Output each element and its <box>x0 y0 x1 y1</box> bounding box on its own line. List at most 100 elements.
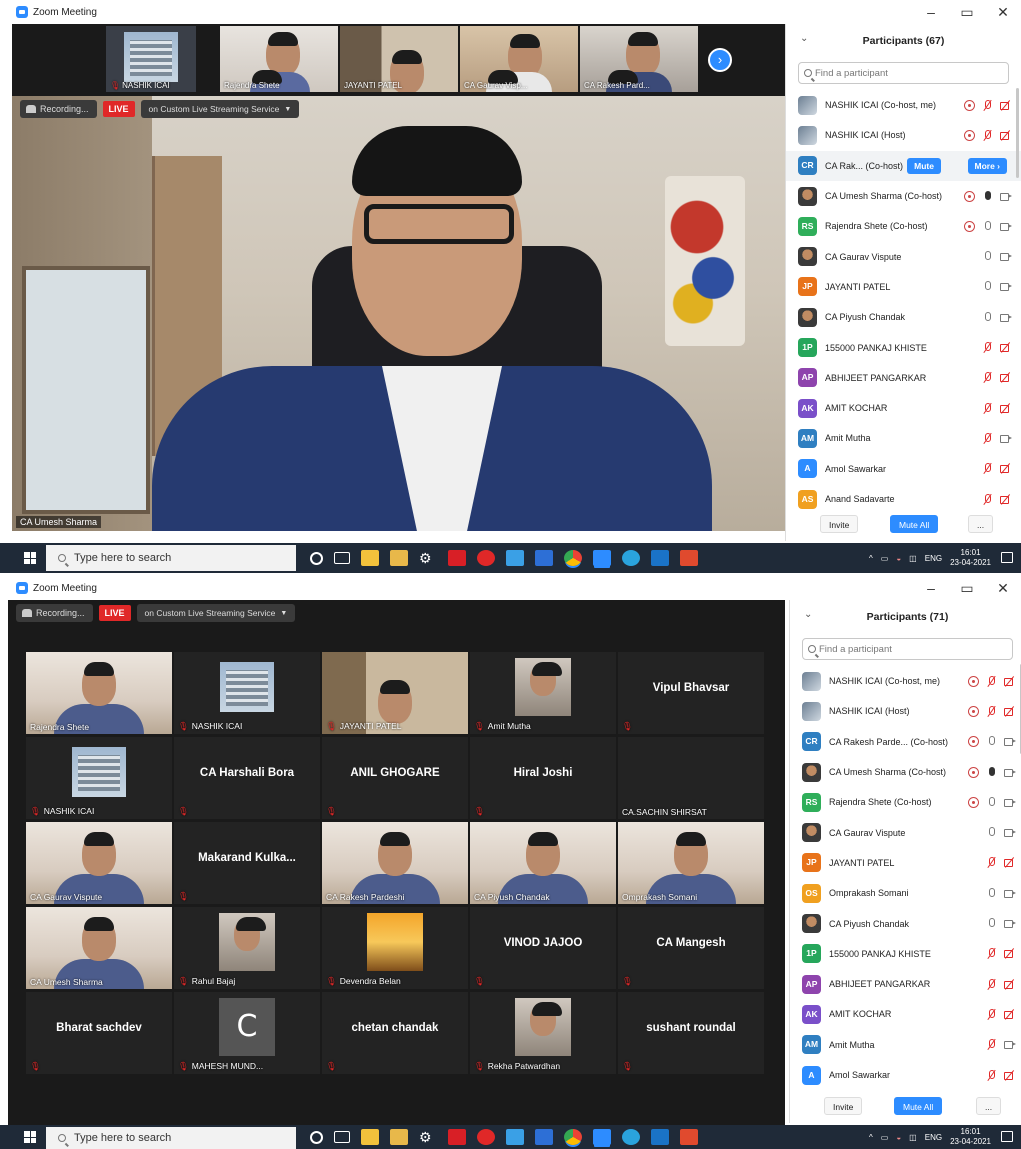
store-icon[interactable] <box>361 1129 379 1145</box>
gallery-tile[interactable]: VINOD JAJOO 🎙 <box>470 907 616 989</box>
participant-row[interactable]: A Amol Sawarkar <box>786 454 1021 484</box>
camera-icon[interactable] <box>1000 433 1012 444</box>
participant-row[interactable]: JP JAYANTI PATEL <box>786 272 1021 302</box>
camera-icon[interactable] <box>1004 797 1016 808</box>
mic-icon[interactable] <box>982 220 993 232</box>
mic-muted-icon[interactable] <box>986 1039 997 1050</box>
taskbar-search-input[interactable]: Type here to search <box>46 1127 296 1149</box>
participant-row[interactable]: A Amol Sawarkar <box>790 1060 1021 1090</box>
mic-muted-icon[interactable] <box>986 675 997 687</box>
zoom-app-icon[interactable] <box>593 550 611 566</box>
task-view-icon[interactable] <box>334 552 350 564</box>
camera-icon[interactable] <box>1000 312 1012 323</box>
participant-row[interactable]: OS Omprakash Somani <box>790 878 1021 908</box>
outlook-icon[interactable] <box>651 550 669 566</box>
camera-icon[interactable] <box>1000 221 1012 232</box>
gallery-tile[interactable]: 🎙 Amit Mutha <box>470 652 616 734</box>
chevron-down-icon[interactable]: ⌄ <box>804 609 812 620</box>
thumbnail-tile[interactable]: CA Gaurav Visp... <box>460 26 578 92</box>
gallery-tile[interactable]: 🎙 Rahul Bajaj <box>174 907 320 989</box>
camera-off-icon[interactable] <box>1000 130 1011 141</box>
camera-icon[interactable] <box>1004 888 1016 899</box>
clock[interactable]: 16:01 23-04-2021 <box>950 1127 991 1147</box>
mute-participant-button[interactable]: Mute <box>907 157 941 174</box>
mute-all-button[interactable]: Mute All <box>894 1097 943 1115</box>
camera-off-icon[interactable] <box>1000 100 1011 111</box>
camera-icon[interactable] <box>1000 281 1012 292</box>
store-icon[interactable] <box>361 550 379 566</box>
scrollbar[interactable] <box>1016 88 1019 178</box>
gallery-tile[interactable]: sushant roundal 🎙 <box>618 992 764 1074</box>
mic-muted-icon[interactable] <box>986 1069 997 1081</box>
camera-icon[interactable] <box>1004 827 1016 838</box>
gallery-tile[interactable]: CA Gaurav Vispute <box>26 822 172 904</box>
screen-share-icon[interactable] <box>964 99 975 111</box>
mic-muted-icon[interactable] <box>986 1008 997 1020</box>
participant-row[interactable]: RS Rajendra Shete (Co-host) <box>790 787 1021 817</box>
maximize-button[interactable]: ▭ <box>949 576 985 600</box>
windows-start-icon[interactable] <box>24 552 36 564</box>
mic-icon[interactable] <box>986 796 997 808</box>
mic-muted-icon[interactable] <box>986 948 997 959</box>
volume-icon[interactable]: ◫ <box>909 1133 917 1142</box>
recording-indicator[interactable]: Recording... <box>20 100 97 118</box>
mic-active-icon[interactable] <box>986 766 997 778</box>
mic-muted-icon[interactable] <box>982 493 993 505</box>
close-button[interactable]: ✕ <box>985 576 1021 600</box>
invite-button[interactable]: Invite <box>820 515 859 533</box>
camera-icon[interactable] <box>1000 251 1012 262</box>
screen-share-icon[interactable] <box>964 220 975 232</box>
mic-icon[interactable] <box>986 918 997 929</box>
thumbnail-tile[interactable]: 🎙 NASHIK ICAI <box>106 26 196 92</box>
cortana-icon[interactable] <box>310 551 323 565</box>
minimize-button[interactable]: – <box>913 0 949 24</box>
language-indicator[interactable]: ENG <box>925 554 942 563</box>
gallery-tile[interactable]: Bharat sachdev 🎙 <box>26 992 172 1074</box>
file-explorer-icon[interactable] <box>390 550 408 566</box>
file-explorer-icon[interactable] <box>390 1129 408 1145</box>
mic-muted-icon[interactable] <box>982 342 993 353</box>
language-indicator[interactable]: ENG <box>925 1133 942 1142</box>
gallery-tile[interactable]: 🎙 NASHIK ICAI <box>174 652 320 734</box>
netflix-icon[interactable] <box>448 1129 466 1145</box>
task-view-icon[interactable] <box>334 1131 350 1143</box>
mic-muted-icon[interactable] <box>982 129 993 141</box>
camera-icon[interactable] <box>1004 736 1016 747</box>
pdf-app-icon[interactable] <box>680 1129 698 1145</box>
thumbnail-tile[interactable]: JAYANTI PATEL <box>340 26 458 92</box>
mute-all-button[interactable]: Mute All <box>890 515 939 533</box>
tray-chevron-up-icon[interactable]: ^ <box>869 1133 873 1142</box>
gallery-tile[interactable]: CA Piyush Chandak <box>470 822 616 904</box>
gallery-tile[interactable]: Makarand Kulka... 🎙 <box>174 822 320 904</box>
gallery-tile[interactable]: Rajendra Shete <box>26 652 172 734</box>
camera-icon[interactable] <box>1000 191 1012 202</box>
thumbnail-tile[interactable]: Rajendra Shete <box>220 26 338 92</box>
participant-row[interactable]: AM Amit Mutha <box>790 1030 1021 1060</box>
minimize-button[interactable]: – <box>913 576 949 600</box>
camera-icon[interactable] <box>1004 767 1016 778</box>
gallery-tile[interactable]: CA Umesh Sharma <box>26 907 172 989</box>
settings-gear-icon[interactable]: ⚙ <box>419 1129 437 1145</box>
gallery-tile[interactable]: CA.SACHIN SHIRSAT <box>618 737 764 819</box>
battery-icon[interactable]: ▭ <box>881 1133 889 1142</box>
chevron-down-icon[interactable]: ⌄ <box>800 33 808 44</box>
clock[interactable]: 16:01 23-04-2021 <box>950 548 991 568</box>
gallery-tile[interactable]: CA Mangesh 🎙 <box>618 907 764 989</box>
participant-row[interactable]: CA Gaurav Vispute <box>786 241 1021 271</box>
mic-icon[interactable] <box>982 251 993 262</box>
photos-icon[interactable] <box>506 550 524 566</box>
mic-muted-icon[interactable] <box>982 99 993 111</box>
pdf-app-icon[interactable] <box>680 550 698 566</box>
mic-icon[interactable] <box>986 736 997 747</box>
screen-share-icon[interactable] <box>968 766 979 778</box>
network-icon[interactable]: ◒ <box>896 1133 901 1142</box>
camera-off-icon[interactable] <box>1004 1009 1015 1020</box>
netflix-icon[interactable] <box>448 550 466 566</box>
camera-off-icon[interactable] <box>1000 342 1011 353</box>
taskbar-search-input[interactable]: Type here to search <box>46 545 296 571</box>
camera-off-icon[interactable] <box>1000 494 1011 505</box>
gallery-tile[interactable]: CA Rakesh Pardeshi <box>322 822 468 904</box>
telegram-icon[interactable] <box>622 1129 640 1145</box>
invite-button[interactable]: Invite <box>824 1097 863 1115</box>
notifications-icon[interactable] <box>1001 552 1013 563</box>
